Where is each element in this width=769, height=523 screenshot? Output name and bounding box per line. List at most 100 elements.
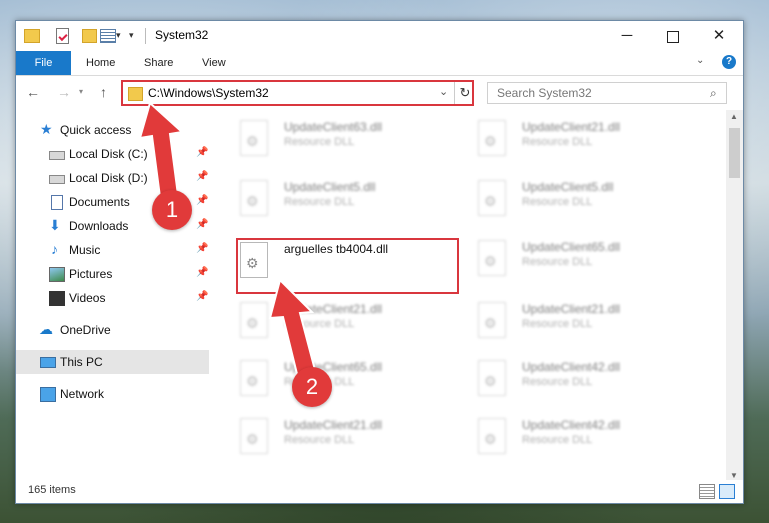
file-name: UpdateClient5.dll (284, 180, 376, 194)
sidebar-item-label: Quick access (60, 123, 132, 137)
file-name: UpdateClient21.dll (522, 302, 621, 316)
view-dropdown-icon[interactable]: ▾ (116, 30, 121, 41)
pin-icon[interactable]: 📌 (196, 243, 208, 254)
view-icon[interactable] (100, 29, 116, 43)
properties-icon[interactable] (56, 28, 69, 44)
sidebar-item-this-pc[interactable]: This PC (16, 350, 209, 374)
customize-toolbar-icon[interactable]: ▾ (129, 30, 134, 41)
file-name: UpdateClient21.dll (284, 418, 383, 432)
tab-share[interactable]: Share (132, 51, 185, 75)
dll-file-icon (240, 360, 268, 396)
videos-icon (49, 291, 65, 306)
sidebar-item-label: Music (69, 243, 101, 257)
address-bar[interactable]: C:\Windows\System32 ⌄ ↻ (121, 80, 474, 106)
details-view-icon[interactable] (699, 484, 715, 499)
file-type: Resource DLL (284, 136, 355, 148)
back-icon[interactable]: ← (26, 84, 40, 100)
search-icon[interactable]: ⌕ (710, 86, 717, 101)
file-item[interactable]: UpdateClient65.dll Resource DLL (474, 238, 704, 286)
pin-icon[interactable]: 📌 (196, 195, 208, 206)
file-type: Resource DLL (522, 256, 593, 268)
recent-locations-icon[interactable]: ▾ (79, 87, 83, 96)
sidebar-item-label: OneDrive (60, 323, 111, 337)
tab-home[interactable]: Home (74, 51, 127, 75)
dll-file-icon (478, 418, 506, 454)
file-item[interactable]: UpdateClient63.dll Resource DLL (236, 118, 466, 166)
sidebar-item-onedrive[interactable]: ☁ OneDrive (16, 318, 209, 342)
refresh-icon[interactable]: ↻ (454, 82, 475, 104)
file-name: UpdateClient63.dll (284, 120, 383, 134)
music-icon: ♪ (51, 241, 58, 257)
dll-file-icon (478, 180, 506, 216)
maximize-button[interactable] (650, 21, 696, 51)
sidebar-item-pictures[interactable]: Pictures 📌 (16, 262, 209, 286)
minimize-button[interactable]: ─ (604, 21, 650, 51)
callout-2: 2 (292, 367, 332, 407)
navigation-bar: ← → ▾ ↑ C:\Windows\System32 ⌄ ↻ Search S… (16, 76, 743, 110)
close-button[interactable]: ✕ (696, 21, 742, 51)
file-type: Resource DLL (522, 318, 593, 330)
file-type: Resource DLL (284, 434, 355, 446)
dll-file-icon (478, 240, 506, 276)
dll-file-icon (240, 302, 268, 338)
dll-file-icon (478, 120, 506, 156)
file-name: UpdateClient5.dll (522, 180, 614, 194)
sidebar-item-local-disk-d[interactable]: Local Disk (D:) 📌 (16, 166, 209, 190)
tab-view[interactable]: View (190, 51, 238, 75)
file-item[interactable]: UpdateClient21.dll Resource DLL (474, 118, 704, 166)
file-item[interactable]: UpdateClient42.dll Resource DLL (474, 358, 704, 406)
file-highlight-box (236, 238, 459, 294)
status-bar: 165 items (16, 480, 743, 503)
sidebar-item-quick-access[interactable]: ★ Quick access (16, 118, 209, 142)
forward-icon[interactable]: → (57, 84, 71, 100)
address-dropdown-icon[interactable]: ⌄ (439, 85, 448, 98)
sidebar-item-network[interactable]: Network (16, 382, 209, 406)
address-path[interactable]: C:\Windows\System32 (148, 86, 269, 100)
vertical-scrollbar[interactable]: ▲ ▼ (726, 110, 743, 486)
up-icon[interactable]: ↑ (100, 84, 107, 100)
file-item[interactable]: UpdateClient65.dll Resource DLL (236, 358, 466, 406)
dll-file-icon (240, 418, 268, 454)
disk-icon (49, 175, 65, 184)
sidebar-item-label: Local Disk (C:) (69, 147, 148, 161)
expand-ribbon-icon[interactable]: ⌄ (696, 55, 704, 66)
new-folder-icon[interactable] (82, 29, 97, 43)
file-type: Resource DLL (522, 136, 593, 148)
downloads-icon: ⬇ (49, 217, 61, 233)
sidebar-item-label: This PC (60, 355, 103, 369)
dll-file-icon (240, 120, 268, 156)
item-count: 165 items (28, 484, 76, 496)
scroll-up-icon[interactable]: ▲ (730, 112, 738, 121)
sidebar-item-label: Local Disk (D:) (69, 171, 148, 185)
file-item[interactable]: UpdateClient21.dll Resource DLL (474, 300, 704, 348)
pin-icon[interactable]: 📌 (196, 219, 208, 230)
sidebar-item-label: Network (60, 387, 105, 401)
scroll-down-icon[interactable]: ▼ (730, 471, 738, 480)
file-name: UpdateClient65.dll (522, 240, 621, 254)
ribbon-tabs: File Home Share View ⌄ ? (16, 51, 743, 76)
computer-icon (40, 357, 56, 368)
sidebar-item-label: Videos (69, 291, 106, 305)
search-input[interactable]: Search System32 ⌕ (487, 82, 727, 104)
scrollbar-thumb[interactable] (729, 128, 740, 178)
help-icon[interactable]: ? (722, 55, 736, 69)
file-item[interactable]: UpdateClient5.dll Resource DLL (474, 178, 704, 226)
file-item[interactable]: UpdateClient5.dll Resource DLL (236, 178, 466, 226)
toolbar-divider (145, 28, 146, 44)
file-item[interactable]: UpdateClient21.dll Resource DLL (236, 300, 466, 348)
pin-icon[interactable]: 📌 (196, 267, 208, 278)
window-title: System32 (155, 28, 209, 42)
pin-icon[interactable]: 📌 (196, 171, 208, 182)
pin-icon[interactable]: 📌 (196, 291, 208, 302)
file-explorer-window: ▾ ▾ System32 ─ ✕ File Home Share View ⌄ … (15, 20, 744, 504)
dll-file-icon (240, 180, 268, 216)
sidebar-item-videos[interactable]: Videos 📌 (16, 286, 209, 310)
file-type: Resource DLL (522, 434, 593, 446)
tab-file[interactable]: File (16, 51, 71, 75)
large-icons-view-icon[interactable] (719, 484, 735, 499)
sidebar-item-music[interactable]: ♪ Music 📌 (16, 238, 209, 262)
sidebar-item-local-disk-c[interactable]: Local Disk (C:) 📌 (16, 142, 209, 166)
file-item[interactable]: UpdateClient42.dll Resource DLL (474, 416, 704, 464)
pin-icon[interactable]: 📌 (196, 147, 208, 158)
file-item[interactable]: UpdateClient21.dll Resource DLL (236, 416, 466, 464)
